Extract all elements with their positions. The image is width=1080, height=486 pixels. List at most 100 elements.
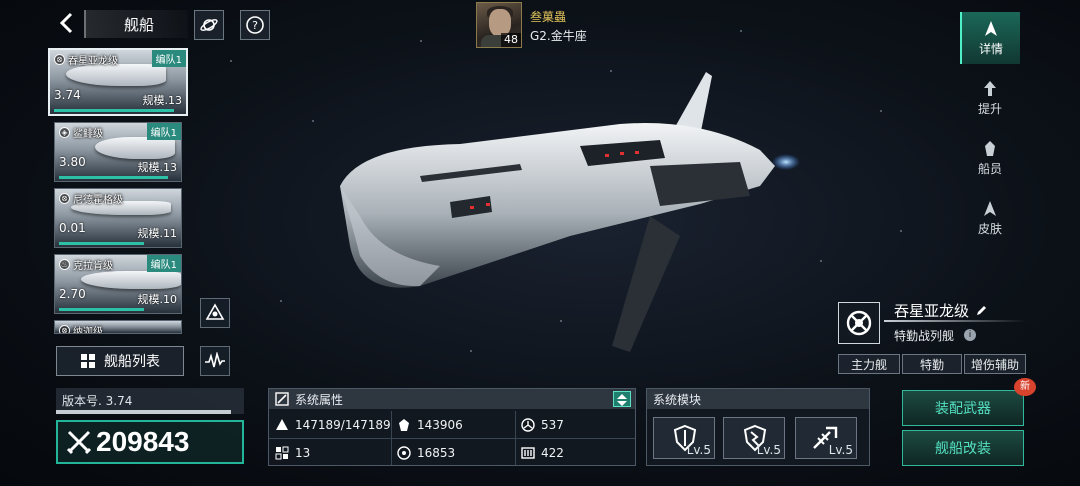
module-slot[interactable]: Lv.5	[653, 417, 715, 459]
ship-card-level: 0.01	[59, 221, 86, 235]
info-icon[interactable]: i	[964, 329, 976, 341]
module-slot[interactable]: Lv.5	[795, 417, 857, 459]
crossed-swords-icon	[66, 430, 92, 455]
ship-icon	[985, 20, 997, 36]
attribute-ammo: 422	[521, 441, 564, 465]
modify-ship-label: 舰船改装	[935, 441, 991, 457]
ship-card-name: 吞星亚龙级	[68, 56, 118, 67]
system-attributes-panel: 系统属性 147189/147189 143906 537 13 16853 4…	[268, 388, 636, 466]
ship-card[interactable]: ⊗ 纳迦级	[54, 320, 182, 334]
module-slot[interactable]: Lv.5	[723, 417, 785, 459]
battleship-role-icon: ⊗	[59, 193, 70, 204]
module-level: Lv.5	[756, 443, 781, 457]
right-nav: 详情 提升 船员 皮肤	[960, 10, 1020, 250]
planet-button[interactable]	[194, 10, 224, 40]
ship-card-scale: 规模.11	[137, 227, 178, 240]
attributes-icon	[275, 392, 289, 406]
new-badge: 新	[1014, 378, 1036, 396]
question-icon: ?	[246, 16, 264, 34]
hull-icon	[275, 418, 289, 432]
attributes-title: 系统属性	[295, 393, 344, 407]
ship-tag: 增伤辅助	[964, 354, 1026, 374]
attributes-toggle-button[interactable]	[613, 391, 631, 407]
version-progress-bar	[56, 410, 231, 414]
ship-card-progress	[59, 242, 144, 245]
armor-icon	[397, 418, 411, 432]
ship-card-level: 2.70	[59, 287, 86, 301]
fleet-badge: 编队1	[151, 50, 186, 67]
shield-icon	[521, 418, 535, 432]
chevron-left-icon	[59, 12, 73, 34]
ship-card-name: 纳迦级	[73, 327, 103, 334]
nav-upgrade[interactable]: 提升	[960, 72, 1020, 124]
skin-icon	[984, 200, 996, 216]
ship-name: 吞星亚龙级	[894, 300, 988, 321]
modify-ship-button[interactable]: 舰船改装	[902, 430, 1024, 466]
module-level: Lv.5	[828, 443, 853, 457]
ship-tag: 特勤	[902, 354, 962, 374]
page-title: 舰船	[124, 16, 155, 34]
planet-icon	[200, 19, 218, 31]
crew-icon	[985, 140, 995, 156]
fleet-badge: 编队1	[146, 255, 181, 272]
sort-arrows-icon	[617, 394, 627, 406]
ship-card-progress	[59, 308, 144, 311]
flame-role-icon: ♨	[59, 259, 70, 270]
signal-icon	[205, 352, 225, 368]
ship-card[interactable]: ⊗ 吞星亚龙级 编队1 3.74 规模.13	[48, 48, 188, 116]
nav-crew[interactable]: 船员	[960, 132, 1020, 184]
equip-weapon-label: 装配武器	[935, 401, 991, 417]
ship-name-underline	[884, 320, 1026, 322]
attribute-target: 16853	[397, 441, 455, 465]
attribute-hull: 147189/147189	[275, 413, 391, 437]
upgrade-icon	[984, 80, 996, 96]
ship-card-progress	[54, 109, 175, 112]
formation-icon	[205, 303, 225, 320]
svg-text:?: ?	[252, 19, 258, 32]
attribute-speed: 13	[275, 441, 310, 465]
battleship-role-icon: ⊗	[59, 325, 70, 333]
ship-card-level: 3.80	[59, 155, 86, 169]
target-icon	[397, 446, 411, 460]
attribute-armor: 143906	[397, 413, 463, 437]
system-modules-panel: 系统模块 Lv.5 Lv.5 Lv.5	[646, 388, 870, 466]
grid-icon	[81, 354, 95, 368]
crosshair-emblem-icon	[846, 310, 872, 336]
ship-class-emblem	[838, 302, 880, 344]
ship-card[interactable]: ♨ 克拉肯级 编队1 2.70 规模.10	[54, 254, 182, 314]
power-panel: 209843	[56, 420, 244, 464]
ship-class: 特勤战列舰	[894, 329, 955, 343]
commander-level: 48	[501, 33, 521, 47]
fleet-stats-button[interactable]	[200, 346, 230, 376]
back-button[interactable]	[58, 12, 78, 36]
nav-skins[interactable]: 皮肤	[960, 192, 1020, 244]
ship-card-name: 鲨鲱级	[73, 129, 103, 140]
speed-icon	[275, 446, 289, 460]
ship-tag: 主力舰	[838, 354, 900, 374]
ship-list-label: 舰船列表	[104, 354, 160, 370]
edit-pencil-icon[interactable]	[976, 304, 988, 316]
equip-weapon-button[interactable]: 装配武器	[902, 390, 1024, 426]
attributes-header: 系统属性	[269, 389, 635, 409]
fleet-formation-button[interactable]	[200, 298, 230, 328]
ship-card-name: 尼德霍格级	[73, 195, 123, 206]
fleet-badge: 编队1	[146, 123, 181, 140]
ship-card-level: 3.74	[54, 88, 81, 102]
shield-role-icon: ◈	[59, 127, 70, 138]
version-label: 版本号. 3.74	[62, 394, 133, 408]
ship-model	[340, 72, 800, 352]
ship-list-button[interactable]: 舰船列表	[56, 346, 184, 376]
ship-card-name: 克拉肯级	[73, 261, 113, 272]
ship-card[interactable]: ⊗ 尼德霍格级 0.01 规模.11	[54, 188, 182, 248]
ship-card-progress	[59, 176, 168, 179]
ship-card-scale: 规模.13	[142, 94, 183, 107]
commander-name: 叁菓蟲	[530, 10, 567, 24]
nav-details[interactable]: 详情	[960, 12, 1020, 64]
ship-card-scale: 规模.10	[137, 293, 178, 306]
help-button[interactable]: ?	[240, 10, 270, 40]
modules-title: 系统模块	[653, 393, 702, 407]
commander-avatar[interactable]: 48	[476, 2, 522, 48]
commander-rank: G2.金牛座	[530, 29, 587, 43]
ship-card-scale: 规模.13	[137, 161, 178, 174]
ship-card[interactable]: ◈ 鲨鲱级 编队1 3.80 规模.13	[54, 122, 182, 182]
